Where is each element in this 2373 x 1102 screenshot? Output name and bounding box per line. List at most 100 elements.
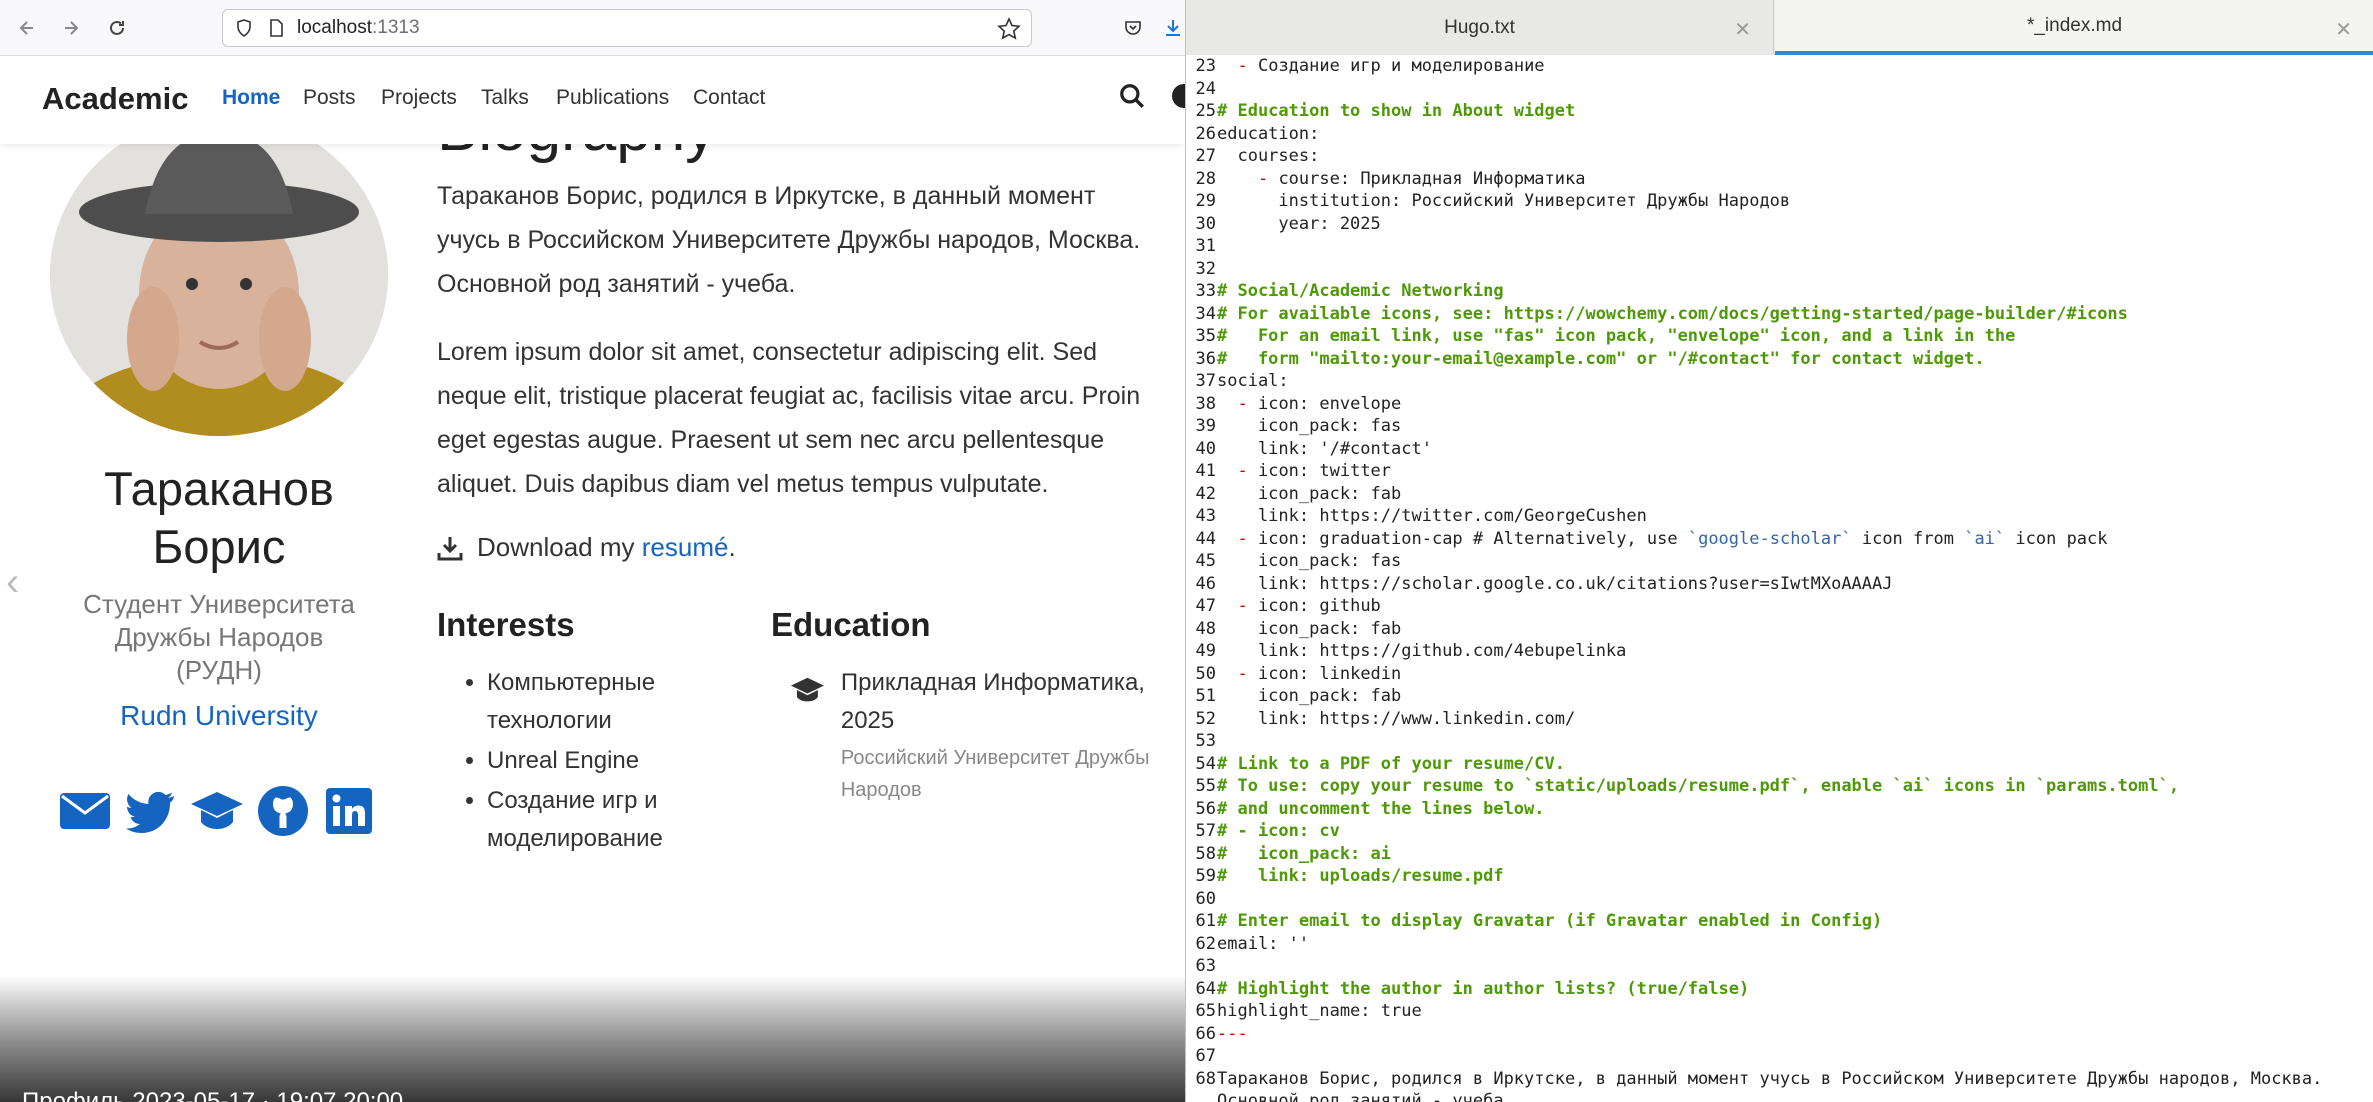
code-line[interactable]: 52 link: https://www.linkedin.com/ (1186, 708, 2373, 731)
chevron-left-icon[interactable]: ‹ (6, 560, 19, 605)
code-line[interactable]: 62email: '' (1186, 933, 2373, 956)
code-line[interactable]: 63 (1186, 955, 2373, 978)
reload-icon[interactable] (102, 13, 132, 43)
code-line[interactable]: 30 year: 2025 (1186, 213, 2373, 236)
code-line[interactable]: 68Тараканов Борис, родился в Иркутске, в… (1186, 1068, 2373, 1091)
menu-contact[interactable]: Contact (693, 86, 765, 110)
close-icon[interactable]: ✕ (2335, 17, 2352, 42)
code-line[interactable]: 60 (1186, 888, 2373, 911)
code-line[interactable]: 49 link: https://github.com/4ebupelinka (1186, 640, 2373, 663)
code-line[interactable]: 24 (1186, 78, 2373, 101)
envelope-icon[interactable] (58, 784, 112, 838)
code-line[interactable]: 42 icon_pack: fab (1186, 483, 2373, 506)
site-brand[interactable]: Academic (42, 81, 188, 117)
code-line[interactable]: 56# and uncomment the lines below. (1186, 798, 2373, 821)
line-number: 58 (1195, 843, 1216, 864)
code-line[interactable]: 45 icon_pack: fas (1186, 550, 2373, 573)
graduation-cap-icon[interactable] (190, 784, 244, 838)
search-icon[interactable] (1118, 82, 1146, 115)
author-role: Студент Университета Дружбы Народов (РУД… (40, 588, 398, 687)
code-line[interactable]: 64# Highlight the author in author lists… (1186, 978, 2373, 1001)
line-number: 55 (1195, 776, 1216, 796)
twitter-icon[interactable] (124, 784, 178, 838)
url-port: :1313 (372, 17, 420, 38)
code-line[interactable]: 55# To use: copy your resume to `static/… (1186, 775, 2373, 798)
menu-publications[interactable]: Publications (556, 86, 669, 110)
menu-home[interactable]: Home (222, 86, 280, 110)
code-line[interactable]: 33# Social/Academic Networking (1186, 280, 2373, 303)
linkedin-icon[interactable] (322, 784, 376, 838)
code-line[interactable]: 50 - icon: linkedin (1186, 663, 2373, 686)
shield-icon[interactable] (233, 17, 255, 39)
code-line[interactable]: 34# For available icons, see: https://wo… (1186, 303, 2373, 326)
download-icon[interactable] (1158, 13, 1185, 43)
pocket-icon[interactable] (1118, 13, 1148, 43)
code-text: education: (1217, 123, 1320, 144)
code-line[interactable]: 25# Education to show in About widget (1186, 100, 2373, 123)
line-number: 38 (1195, 393, 1216, 414)
code-line[interactable]: 61# Enter email to display Gravatar (if … (1186, 910, 2373, 933)
resume-link[interactable]: resumé (642, 532, 729, 562)
line-number: 60 (1195, 888, 1216, 909)
menu-posts[interactable]: Posts (303, 86, 356, 110)
code-line[interactable]: 37social: (1186, 370, 2373, 393)
code-line[interactable]: 26education: (1186, 123, 2373, 146)
list-dash: - (1237, 461, 1248, 481)
code-line[interactable]: 35# For an email link, use "fas" icon pa… (1186, 325, 2373, 348)
tab-hugo-txt[interactable]: Hugo.txt ✕ (1186, 0, 1774, 55)
code-line[interactable]: 54# Link to a PDF of your resume/CV. (1186, 753, 2373, 776)
line-number: 43 (1195, 506, 1216, 526)
code-text: # For available icons, see: https://wowc… (1217, 303, 2128, 324)
code-line[interactable]: 59# link: uploads/resume.pdf (1186, 865, 2373, 888)
code-line[interactable]: 67 (1186, 1045, 2373, 1068)
bio-paragraph: Lorem ipsum dolor sit amet, consectetur … (437, 330, 1185, 506)
code-line[interactable]: 39 icon_pack: fas (1186, 415, 2373, 438)
text-editor-window: Hugo.txt ✕ *_index.md ✕ 23 - Создание иг… (1185, 0, 2373, 1102)
menu-projects[interactable]: Projects (381, 86, 457, 110)
tab-index-md[interactable]: *_index.md ✕ (1775, 0, 2373, 55)
github-icon[interactable] (256, 784, 310, 838)
code-line[interactable]: 53 (1186, 730, 2373, 753)
code-line[interactable]: 47 - icon: github (1186, 595, 2373, 618)
code-line[interactable]: 38 - icon: envelope (1186, 393, 2373, 416)
author-organization-link[interactable]: Rudn University (40, 700, 398, 732)
code-line[interactable]: 57# - icon: cv (1186, 820, 2373, 843)
code-line[interactable]: 51 icon_pack: fab (1186, 685, 2373, 708)
code-line[interactable]: 44 - icon: graduation-cap # Alternativel… (1186, 528, 2373, 551)
code-line[interactable]: 27 courses: (1186, 145, 2373, 168)
line-number: 63 (1195, 956, 1216, 976)
line-number: 41 (1195, 461, 1216, 481)
code-line[interactable]: 23 - Создание игр и моделирование (1186, 55, 2373, 78)
site-navbar: Academic Home Posts Projects Talks Publi… (0, 56, 1185, 144)
line-number: 42 (1195, 483, 1216, 504)
browser-window: localhost:1313 Academic Home Posts Proje… (0, 0, 1185, 1102)
code-text: # Enter email to display Gravatar (if Gr… (1217, 911, 1883, 931)
code-text: link: https://www.linkedin.com/ (1217, 708, 1576, 729)
code-line[interactable]: 31 (1186, 235, 2373, 258)
code-line[interactable]: 28 - course: Прикладная Информатика (1186, 168, 2373, 191)
code-line[interactable]: 46 link: https://scholar.google.co.uk/ci… (1186, 573, 2373, 596)
close-icon[interactable]: ✕ (1734, 17, 1751, 42)
code-area[interactable]: 23 - Создание игр и моделирование 24 25# E… (1186, 55, 2373, 1102)
code-line[interactable]: 66--- (1186, 1023, 2373, 1046)
code-text: icon_pack: fas (1217, 551, 1402, 571)
code-line[interactable]: 40 link: '/#contact' (1186, 438, 2373, 461)
code-line[interactable]: 32 (1186, 258, 2373, 281)
footer-text: Профиль 2023-05-17 · 19:07 20:00 (22, 1088, 404, 1102)
forward-icon[interactable] (56, 13, 86, 43)
line-number: 54 (1195, 753, 1216, 774)
code-line[interactable]: 48 icon_pack: fab (1186, 618, 2373, 641)
back-icon[interactable] (12, 13, 42, 43)
code-line[interactable]: 65highlight_name: true (1186, 1000, 2373, 1023)
code-line[interactable]: 41 - icon: twitter (1186, 460, 2373, 483)
code-line[interactable]: 43 link: https://twitter.com/GeorgeCushe… (1186, 505, 2373, 528)
code-line[interactable]: Основной род занятий - учеба. (1186, 1090, 2373, 1102)
code-line[interactable]: 36# form "mailto:your-email@example.com"… (1186, 348, 2373, 371)
theme-toggle-icon[interactable] (1172, 84, 1185, 108)
code-line[interactable]: 29 institution: Российский Университет Д… (1186, 190, 2373, 213)
url-bar[interactable]: localhost:1313 (222, 9, 1032, 47)
menu-talks[interactable]: Talks (481, 86, 529, 110)
code-line[interactable]: 58# icon_pack: ai (1186, 843, 2373, 866)
star-icon[interactable] (997, 17, 1021, 46)
